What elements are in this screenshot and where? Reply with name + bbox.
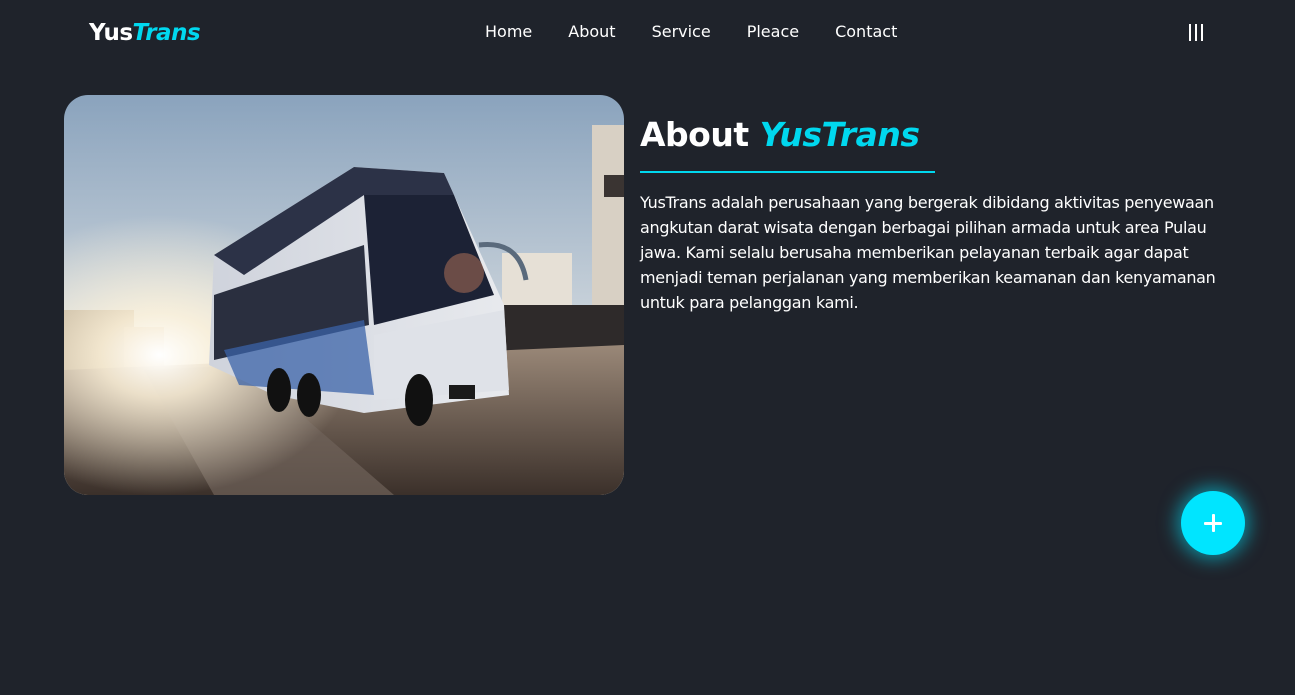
- brand-name-accent: Trans: [132, 20, 201, 46]
- nav-place[interactable]: Pleace: [747, 21, 799, 43]
- about-title-main: About: [640, 115, 760, 154]
- nav-about[interactable]: About: [568, 21, 615, 43]
- page: YusTrans Home About Service Pleace Conta…: [0, 0, 1295, 695]
- nav-service[interactable]: Service: [652, 21, 711, 43]
- floating-add-button[interactable]: [1181, 491, 1245, 555]
- about-title-accent: YusTrans: [759, 115, 920, 154]
- main-nav: Home About Service Pleace Contact: [485, 21, 897, 43]
- menu-bars-icon[interactable]: [1189, 24, 1203, 41]
- title-underline: [640, 171, 935, 173]
- about-title: About YusTrans: [640, 114, 920, 156]
- nav-home[interactable]: Home: [485, 21, 532, 43]
- brand-logo[interactable]: YusTrans: [89, 18, 201, 48]
- nav-contact[interactable]: Contact: [835, 21, 897, 43]
- bus-photo: [64, 95, 624, 495]
- plus-icon: [1204, 514, 1222, 532]
- about-paragraph: YusTrans adalah perusahaan yang bergerak…: [640, 193, 1216, 312]
- brand-name-main: Yus: [89, 20, 133, 46]
